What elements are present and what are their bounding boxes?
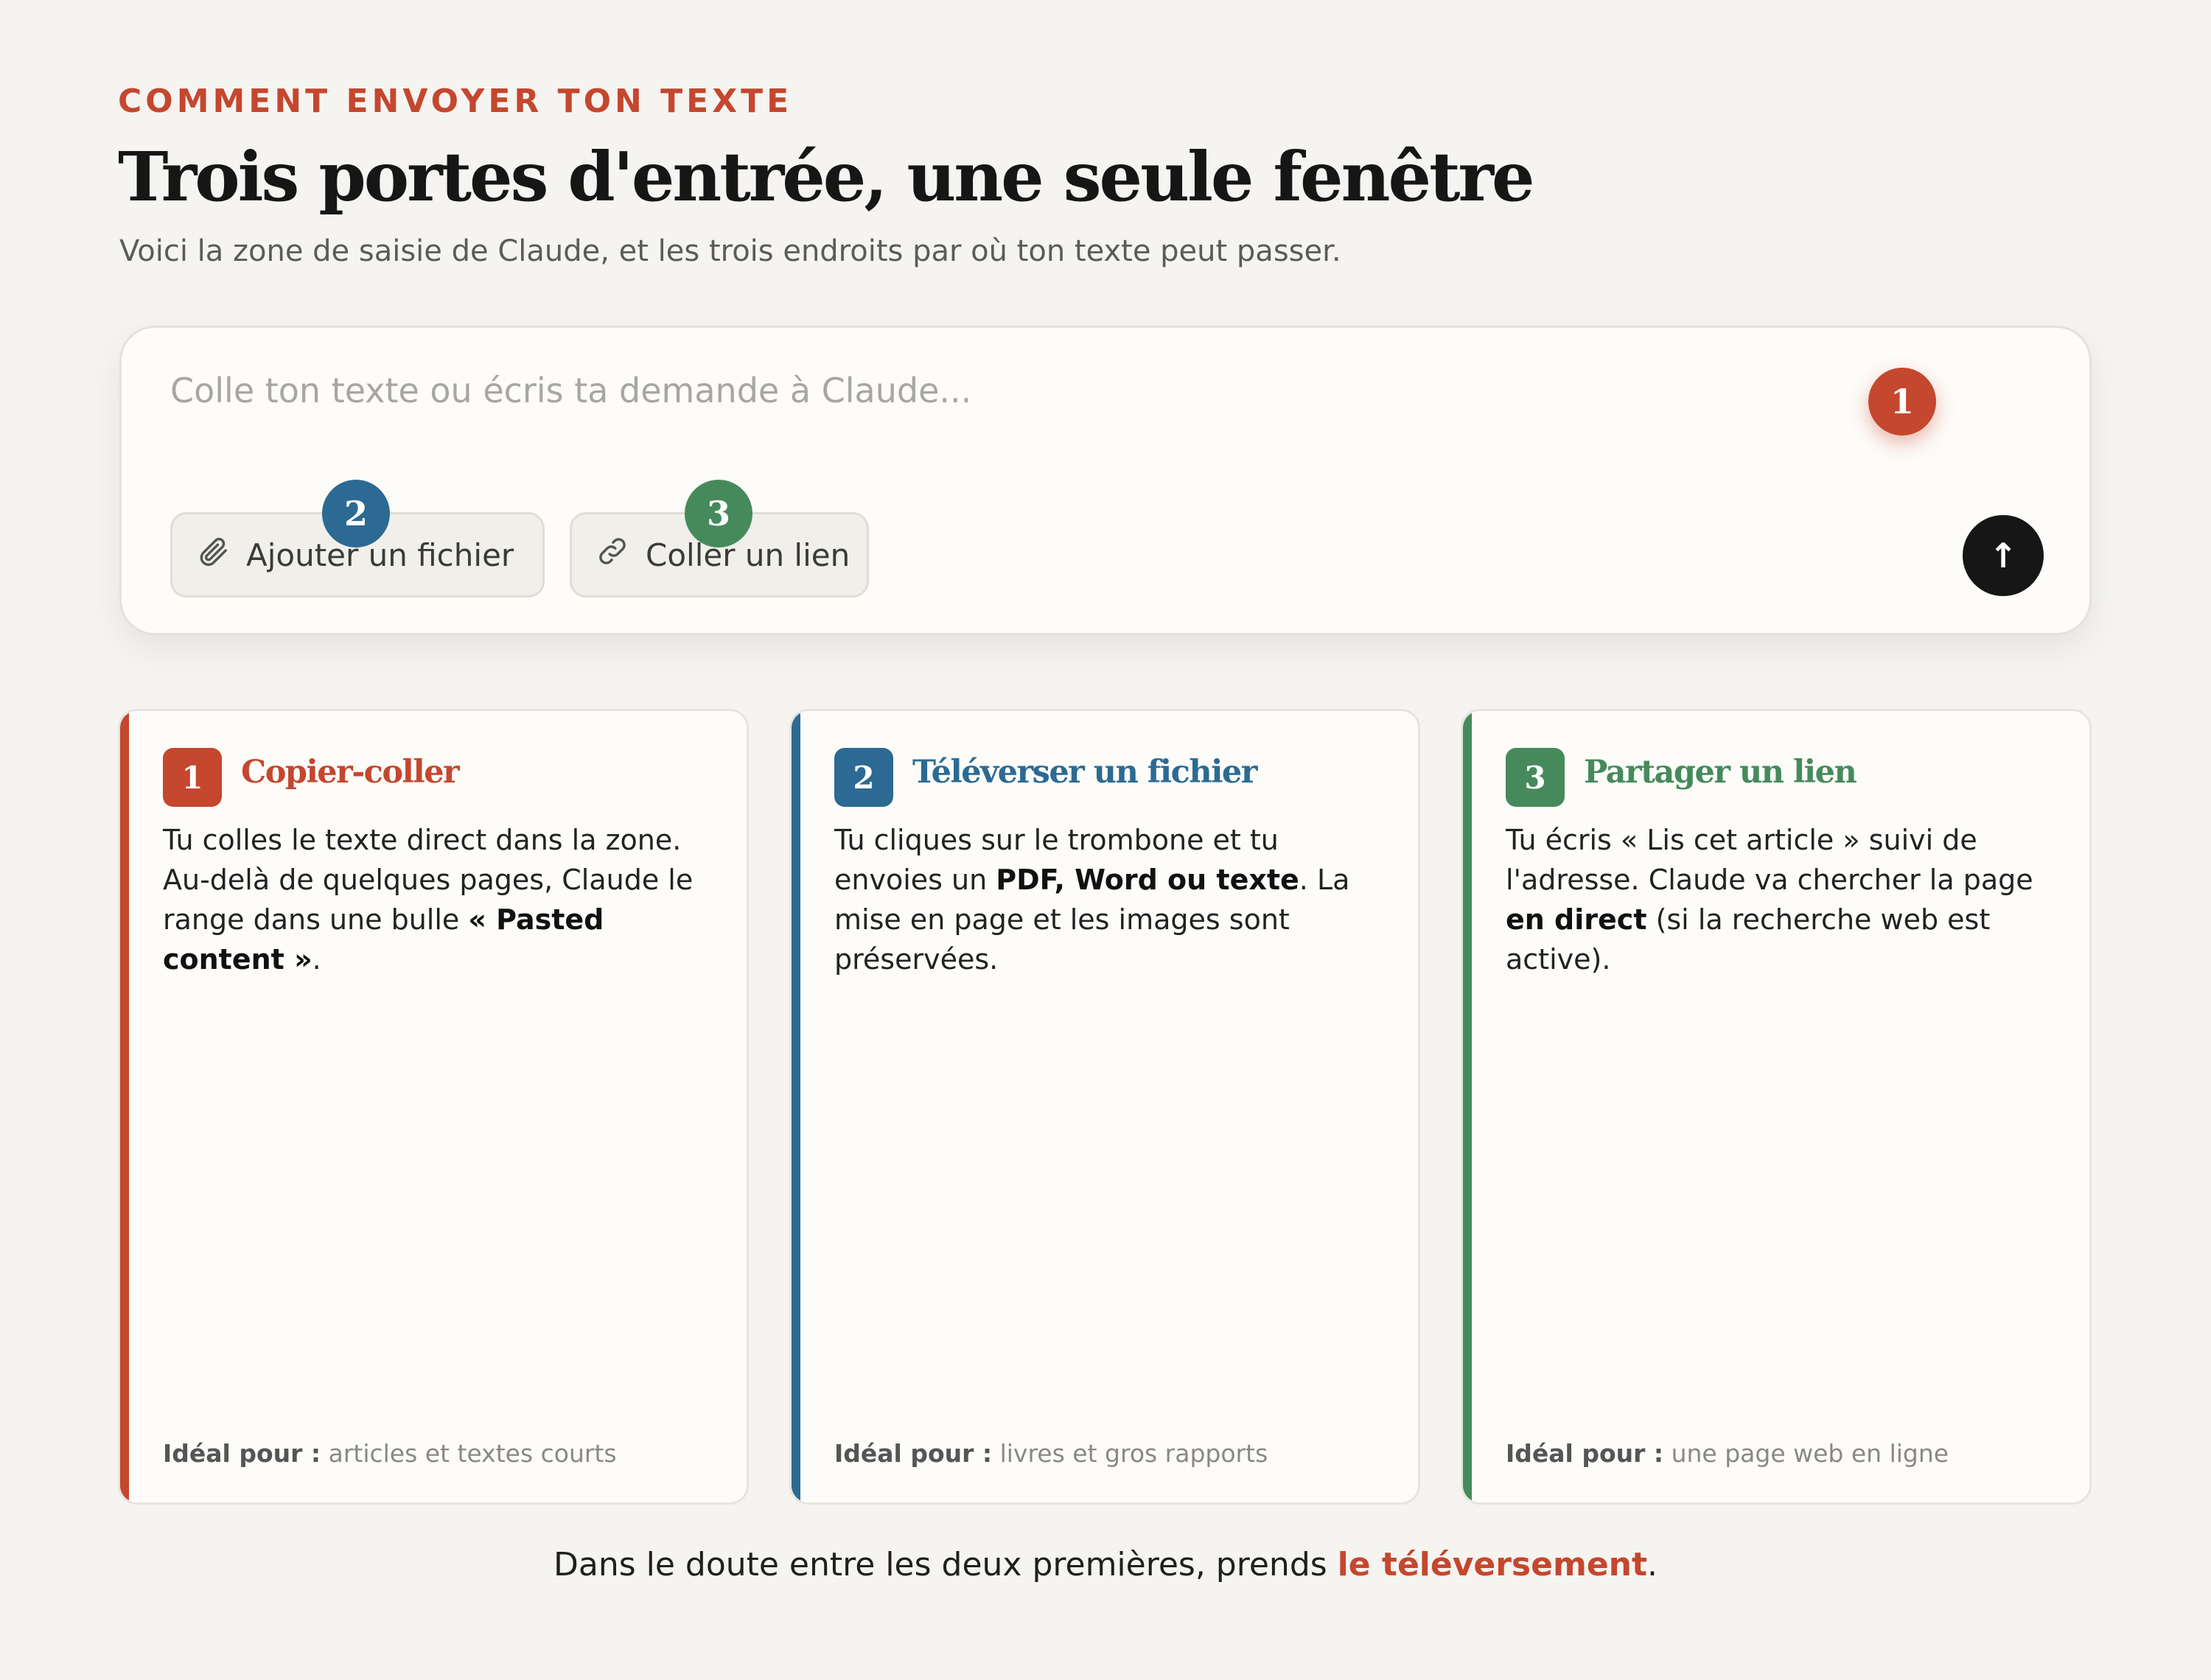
card-share-link: 3 Partager un lien Tu écris « Lis cet ar… (1461, 709, 2092, 1505)
card-number-badge: 2 (834, 748, 893, 807)
marker-badge-1: 1 (1868, 368, 1936, 435)
card-copy-paste: 1 Copier-coller Tu colles le texte direc… (118, 709, 749, 1505)
paste-link-label: Coller un lien (646, 536, 850, 573)
card-description: Tu colles le texte direct dans la zone. … (163, 824, 694, 976)
recommendation-text: Dans le doute entre les deux premières, … (553, 1546, 1658, 1583)
composer-input[interactable]: Colle ton texte ou écris ta demande à Cl… (170, 371, 971, 410)
arrow-up-icon: ↑ (1988, 536, 2018, 575)
page-title: Trois portes d'entrée, une seule fenêtre (118, 137, 1534, 217)
card-title: Téléverser un fichier (912, 754, 1257, 791)
send-button[interactable]: ↑ (1963, 515, 2044, 596)
marker-badge-2: 2 (322, 480, 390, 547)
eyebrow-label: COMMENT ENVOYER TON TEXTE (118, 83, 793, 120)
card-number-badge: 3 (1506, 748, 1565, 807)
card-description: Tu écris « Lis cet article » suivi de l'… (1506, 824, 2033, 976)
card-title: Copier-coller (241, 754, 460, 791)
message-composer[interactable]: Colle ton texte ou écris ta demande à Cl… (119, 326, 2092, 635)
recommendation-highlight: le téléversement (1337, 1546, 1648, 1583)
card-ideal-for: Idéal pour : une page web en ligne (1506, 1439, 1949, 1468)
card-ideal-for: Idéal pour : livres et gros rapports (834, 1439, 1268, 1468)
card-description: Tu cliques sur le trombone et tu envoies… (834, 824, 1350, 976)
link-icon (595, 534, 629, 576)
marker-badge-3: 3 (685, 480, 752, 547)
paperclip-icon (196, 534, 230, 576)
attach-file-label: Ajouter un fichier (246, 536, 514, 573)
card-upload-file: 2 Téléverser un fichier Tu cliques sur l… (789, 709, 1420, 1505)
page-subtitle: Voici la zone de saisie de Claude, et le… (119, 234, 1341, 268)
card-title: Partager un lien (1584, 754, 1857, 791)
card-ideal-for: Idéal pour : articles et textes courts (163, 1439, 617, 1468)
card-number-badge: 1 (163, 748, 222, 807)
